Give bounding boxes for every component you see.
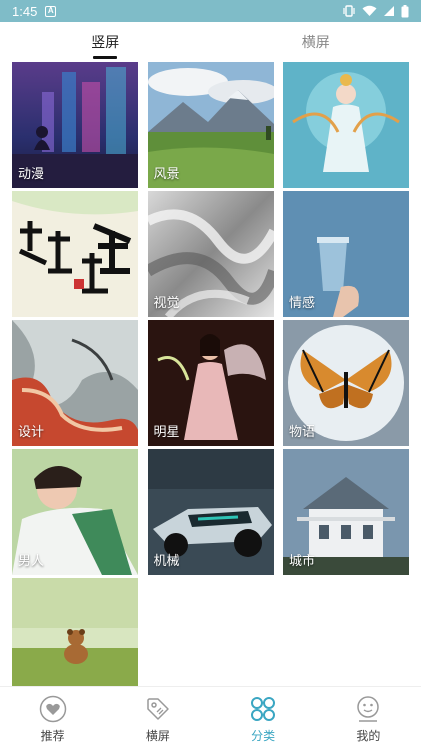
nav-recommend-label: 推荐 xyxy=(40,729,65,743)
category-card-emotion[interactable]: 情感 xyxy=(283,191,409,317)
battery-icon xyxy=(401,4,409,17)
category-card-mechanical[interactable]: 机械 xyxy=(147,449,274,575)
tab-portrait[interactable]: 竖屏 xyxy=(0,22,211,62)
status-bar: 1:45 A xyxy=(0,0,421,22)
category-card-pets[interactable] xyxy=(12,578,138,686)
nav-mine-label: 我的 xyxy=(356,729,381,743)
heart-icon xyxy=(39,695,66,723)
category-card-city[interactable]: 城市 xyxy=(283,449,409,575)
category-label: 城市 xyxy=(289,554,316,569)
vibrate-icon xyxy=(343,5,355,17)
category-label: 视觉 xyxy=(153,296,180,311)
nav-landscape-label: 横屏 xyxy=(145,729,170,743)
category-label: 男人 xyxy=(18,554,45,569)
grid-icon xyxy=(251,697,276,721)
nav-mine[interactable]: 我的 xyxy=(316,687,421,748)
notification-a-icon: A xyxy=(45,5,57,17)
category-label: 风景 xyxy=(153,167,180,182)
category-card-butterfly[interactable]: 物语 xyxy=(283,320,409,446)
nav-recommend[interactable]: 推荐 xyxy=(0,687,105,748)
tab-landscape-label: 横屏 xyxy=(301,35,330,51)
tab-landscape[interactable]: 横屏 xyxy=(211,22,421,62)
status-time: 1:45 xyxy=(12,3,38,19)
smiley-icon xyxy=(357,696,380,722)
category-card-celebrity[interactable]: 明星 xyxy=(147,320,274,446)
pets-thumbnail xyxy=(12,578,138,686)
calligraphy-thumbnail xyxy=(12,191,138,317)
nav-landscape[interactable]: 横屏 xyxy=(105,687,210,748)
category-card-anime[interactable]: 动漫 xyxy=(12,62,138,188)
fantasy-thumbnail xyxy=(283,62,409,188)
category-label: 明星 xyxy=(153,425,180,440)
nav-category-label: 分类 xyxy=(251,729,276,743)
category-card-design[interactable]: 设计 xyxy=(12,320,138,446)
category-card-visual[interactable]: 视觉 xyxy=(147,191,274,317)
category-label: 情感 xyxy=(289,296,316,311)
category-grid: 动漫 风景 视觉 情感 设计 明星 物语 男人 机械 城市 xyxy=(12,62,409,686)
tag-icon xyxy=(147,698,169,720)
bottom-navigation: 推荐 横屏 分类 我的 xyxy=(0,686,421,748)
category-card-fantasy[interactable] xyxy=(283,62,409,188)
category-card-landscape[interactable]: 风景 xyxy=(147,62,274,188)
tab-portrait-label: 竖屏 xyxy=(91,35,120,51)
category-label: 物语 xyxy=(289,425,316,440)
orientation-tabs: 竖屏 横屏 xyxy=(0,22,421,62)
signal-icon xyxy=(384,6,394,16)
category-label: 设计 xyxy=(18,425,45,440)
category-card-men[interactable]: 男人 xyxy=(12,449,138,575)
category-label: 机械 xyxy=(153,554,180,569)
category-card-calligraphy[interactable] xyxy=(12,191,138,317)
category-label: 动漫 xyxy=(18,167,45,182)
wifi-icon xyxy=(362,5,377,16)
nav-category[interactable]: 分类 xyxy=(211,687,316,748)
